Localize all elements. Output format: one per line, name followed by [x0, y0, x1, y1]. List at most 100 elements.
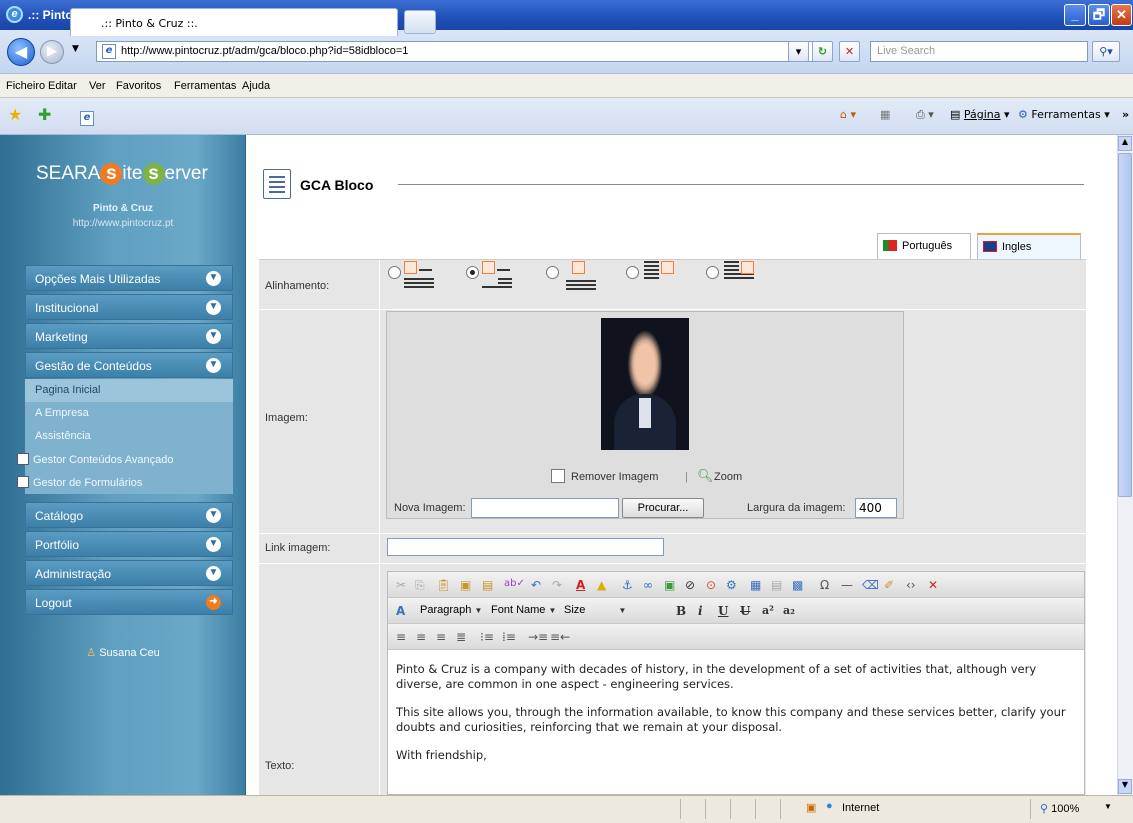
menu-ficheiro[interactable]: Ficheiro — [6, 80, 45, 92]
menu-editar[interactable]: Editar — [48, 80, 77, 92]
nav-institucional[interactable]: Institucional ▼ — [25, 294, 233, 320]
horizontal-rule-icon[interactable]: — — [841, 578, 853, 592]
italic-icon[interactable]: i — [698, 604, 703, 618]
search-input[interactable]: Live Search — [870, 41, 1088, 62]
subnav-pagina-inicial[interactable]: Pagina Inicial — [25, 379, 233, 402]
subnav-gestor-avancado[interactable]: Gestor Conteúdos Avançado — [17, 448, 233, 471]
nav-logout[interactable]: Logout ➜ — [25, 589, 233, 615]
indent-icon[interactable]: →≡ — [528, 630, 548, 644]
editor-content[interactable]: Pinto & Cruz is a company with decades o… — [396, 662, 1076, 776]
clean-icon[interactable]: ✐ — [884, 578, 894, 592]
back-button[interactable]: ◀ — [7, 38, 35, 66]
style-icon[interactable]: A — [396, 604, 405, 618]
page-menu[interactable]: ▤ Página ▾ — [950, 108, 1010, 121]
outdent-icon[interactable]: ≡← — [550, 630, 570, 644]
anchor-icon[interactable]: ⚓︎ — [622, 578, 633, 592]
new-tab-button[interactable] — [404, 10, 436, 34]
tab-ingles[interactable]: Ingles — [977, 233, 1081, 259]
nav-opcoes[interactable]: Opções Mais Utilizadas ▼ — [25, 265, 233, 291]
minimize-button[interactable]: _ — [1064, 4, 1086, 26]
menu-ajuda[interactable]: Ajuda — [242, 80, 270, 92]
align-left-text-icon[interactable]: ≡ — [396, 630, 406, 644]
subnav-assistencia[interactable]: Assistência — [25, 425, 233, 448]
special-char-icon[interactable]: Ω — [820, 578, 829, 592]
close-button[interactable]: ✕ — [1111, 4, 1132, 26]
protected-mode-icon[interactable]: ▣ — [806, 801, 816, 814]
refresh-icon[interactable]: ↻ — [812, 41, 833, 62]
zoom-dropdown-icon[interactable]: ▼ — [1104, 802, 1112, 811]
browser-tab[interactable]: .:: Pinto & Cruz ::. — [70, 8, 398, 36]
highlight-icon[interactable]: ▲ — [597, 578, 606, 592]
media-icon[interactable]: ⊙ — [706, 578, 716, 592]
subnav-gestor-formularios[interactable]: Gestor de Formulários — [17, 471, 233, 494]
paste-icon[interactable]: 📋︎ — [436, 578, 451, 592]
add-favorite-icon[interactable]: ✚ — [38, 105, 51, 124]
redo-icon[interactable]: ↷ — [552, 578, 562, 592]
scrollbar-thumb[interactable] — [1118, 153, 1132, 497]
cell-icon[interactable]: ▩ — [792, 578, 803, 592]
bold-icon[interactable]: B — [676, 604, 686, 618]
image-icon[interactable]: ▣ — [664, 578, 675, 592]
format-select[interactable]: Paragraph ▼ — [418, 603, 488, 619]
nav-marketing[interactable]: Marketing ▼ — [25, 323, 233, 349]
align-option-bottom[interactable] — [706, 261, 780, 297]
zoom-level[interactable]: ⚲ 100% — [1040, 802, 1079, 815]
paste-word-icon[interactable]: ▤ — [482, 578, 493, 592]
link-icon[interactable]: ∞ — [643, 578, 653, 592]
nav-gestao-conteudos[interactable]: Gestão de Conteúdos ▼ — [25, 352, 233, 378]
remove-image-checkbox[interactable] — [551, 469, 565, 483]
align-radio-4[interactable] — [626, 266, 639, 279]
restore-button[interactable]: 🗗 — [1088, 4, 1110, 26]
unordered-list-icon[interactable]: ⁞≡ — [502, 630, 516, 644]
align-radio-1[interactable] — [388, 266, 401, 279]
forward-button[interactable]: ▶ — [40, 40, 64, 64]
tools-menu[interactable]: ⚙ Ferramentas ▾ — [1018, 108, 1110, 121]
nav-catalogo[interactable]: Catálogo ▼ — [25, 502, 233, 528]
copy-icon[interactable]: ⎘ — [415, 578, 425, 593]
zoom-magnifier-icon[interactable]: 🔍︎ — [697, 468, 714, 484]
home-icon[interactable]: ⌂ ▾ — [840, 108, 856, 121]
align-option-left[interactable] — [388, 261, 462, 297]
spellcheck-icon[interactable]: ab✓ — [504, 578, 525, 589]
font-select[interactable]: Font Name ▼ — [489, 603, 561, 619]
nav-portfolio[interactable]: Portfólio ▼ — [25, 531, 233, 557]
tab-portugues[interactable]: Português — [877, 233, 971, 259]
paste-text-icon[interactable]: ▣ — [460, 578, 471, 592]
scroll-down-icon[interactable]: ▼ — [1118, 779, 1132, 794]
text-color-icon[interactable]: A — [576, 578, 585, 592]
subnav-a-empresa[interactable]: A Empresa — [25, 402, 233, 425]
align-radio-5[interactable] — [706, 266, 719, 279]
recent-pages-dropdown[interactable]: ▼ — [72, 44, 79, 54]
strikethrough-icon[interactable]: U — [740, 604, 750, 618]
menu-ferramentas[interactable]: Ferramentas — [174, 80, 236, 92]
favorites-star-icon[interactable]: ★ — [8, 105, 22, 124]
image-width-input[interactable]: 400 — [855, 498, 897, 518]
stop-icon[interactable]: ✕ — [839, 41, 860, 62]
superscript-icon[interactable]: a² — [762, 604, 774, 617]
justify-icon[interactable]: ≣ — [456, 630, 466, 644]
align-radio-3[interactable] — [546, 266, 559, 279]
flash-icon[interactable]: ⚙ — [726, 578, 737, 592]
source-code-icon[interactable]: ‹› — [906, 578, 916, 592]
undo-icon[interactable]: ↶ — [531, 578, 541, 592]
search-icon[interactable]: ⚲▾ — [1092, 41, 1120, 62]
new-image-file-input[interactable] — [471, 498, 619, 518]
ordered-list-icon[interactable]: ⁝≡ — [480, 630, 494, 644]
align-option-right[interactable] — [466, 261, 540, 297]
align-radio-2[interactable] — [466, 266, 479, 279]
menu-ver[interactable]: Ver — [89, 80, 106, 92]
unlink-icon[interactable]: ⊘ — [685, 578, 695, 592]
browse-button[interactable]: Procurar... — [622, 498, 704, 518]
zoom-link[interactable]: Zoom — [714, 471, 742, 483]
print-icon[interactable]: ⎙ ▾ — [916, 108, 934, 122]
table-icon[interactable]: ▦ — [750, 578, 761, 592]
url-input[interactable]: http://www.pintocruz.pt/adm/gca/bloco.ph… — [96, 41, 832, 62]
more-chevron-icon[interactable]: » — [1122, 108, 1129, 121]
nav-administracao[interactable]: Administração ▼ — [25, 560, 233, 586]
remove-format-icon[interactable]: ✕ — [928, 578, 938, 592]
menu-favoritos[interactable]: Favoritos — [116, 80, 161, 92]
align-right-text-icon[interactable]: ≡ — [436, 630, 446, 644]
table-edit-icon[interactable]: ▤ — [771, 578, 782, 592]
align-option-top[interactable] — [626, 261, 700, 297]
scroll-up-icon[interactable]: ▲ — [1118, 136, 1132, 151]
